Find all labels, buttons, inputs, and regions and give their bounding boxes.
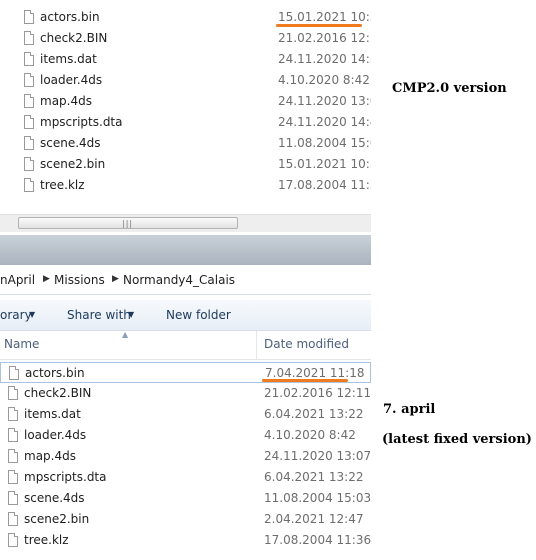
file-name: scene2.bin	[24, 512, 90, 526]
version-note: (latest fixed version)	[382, 432, 532, 447]
column-header-name[interactable]: Name	[4, 337, 39, 351]
file-row[interactable]: loader.4ds 4.10.2020 8:42	[0, 425, 371, 446]
file-icon	[24, 157, 34, 171]
file-date: 24.11.2020 14:38	[278, 52, 371, 66]
file-icon	[8, 470, 18, 484]
date-note: 7. april	[383, 402, 436, 417]
file-icon	[8, 449, 18, 463]
file-name: tree.klz	[40, 178, 85, 192]
file-date: 24.11.2020 13:07	[278, 94, 371, 108]
window-divider	[0, 235, 371, 265]
file-row[interactable]: tree.klz 17.08.2004 11:36	[0, 175, 371, 196]
column-header-date[interactable]: Date modified	[264, 337, 349, 351]
file-name: scene.4ds	[24, 491, 85, 505]
file-row[interactable]: map.4ds 24.11.2020 13:07	[0, 91, 371, 112]
file-icon	[24, 94, 34, 108]
file-row[interactable]: scene.4ds 11.08.2004 15:03	[0, 488, 371, 509]
file-date: 15.01.2021 10:52	[278, 157, 371, 171]
grip-icon: |||	[122, 219, 134, 228]
file-row[interactable]: scene2.bin 2.04.2021 12:47	[0, 509, 371, 530]
chevron-down-icon[interactable]: ▼	[128, 310, 134, 319]
file-name: scene.4ds	[40, 136, 101, 150]
horizontal-scrollbar[interactable]: |||	[0, 214, 371, 232]
file-row[interactable]: items.dat 6.04.2021 13:22	[0, 404, 371, 425]
file-date: 17.08.2004 11:36	[278, 178, 371, 192]
file-date: 11.08.2004 15:03	[264, 491, 372, 505]
file-date: 11.08.2004 15:03	[278, 136, 371, 150]
file-icon	[24, 136, 34, 150]
file-row[interactable]: scene.4ds 11.08.2004 15:03	[0, 133, 371, 154]
command-bar: orary ▼ Share with ▼ New folder	[0, 300, 371, 331]
file-icon	[24, 178, 34, 192]
file-name: scene2.bin	[40, 157, 106, 171]
file-row[interactable]: tree.klz 17.08.2004 11:36	[0, 530, 371, 551]
file-icon	[8, 533, 18, 547]
file-date: 24.11.2020 14:43	[278, 115, 371, 129]
file-name: map.4ds	[40, 94, 92, 108]
file-date: 6.04.2021 13:22	[264, 470, 364, 484]
file-icon	[24, 73, 34, 87]
file-row[interactable]: map.4ds 24.11.2020 13:07	[0, 446, 371, 467]
file-icon	[8, 428, 18, 442]
file-icon	[8, 512, 18, 526]
highlight-underline	[276, 24, 362, 27]
file-date: 21.02.2016 12:11	[278, 31, 371, 45]
file-date: 4.10.2020 8:42	[264, 428, 356, 442]
breadcrumb-item[interactable]: nApril	[0, 273, 35, 287]
file-icon	[24, 10, 34, 24]
address-bar[interactable]: nApril ▶ Missions ▶ Normandy4_Calais	[0, 266, 371, 295]
file-date: 17.08.2004 11:36	[264, 533, 372, 547]
file-name: map.4ds	[24, 449, 76, 463]
file-icon	[8, 386, 18, 400]
file-date: 24.11.2020 13:07	[264, 449, 372, 463]
file-row[interactable]: items.dat 24.11.2020 14:38	[0, 49, 371, 70]
file-name: check2.BIN	[24, 386, 92, 400]
file-row[interactable]: scene2.bin 15.01.2021 10:52	[0, 154, 371, 175]
file-icon	[24, 115, 34, 129]
file-name: mpscripts.dta	[24, 470, 107, 484]
breadcrumb-item[interactable]: Normandy4_Calais	[123, 273, 235, 287]
library-button[interactable]: orary	[0, 308, 32, 322]
chevron-down-icon[interactable]: ▼	[29, 310, 35, 319]
column-divider[interactable]	[256, 331, 257, 359]
file-name: tree.klz	[24, 533, 69, 547]
file-name: loader.4ds	[40, 73, 103, 87]
file-icon	[9, 366, 19, 380]
highlight-underline	[262, 379, 348, 382]
file-name: items.dat	[40, 52, 97, 66]
version-note: CMP2.0 version	[392, 81, 507, 96]
breadcrumb-separator-icon[interactable]: ▶	[43, 274, 50, 284]
file-date: 2.04.2021 12:47	[264, 512, 364, 526]
file-name: items.dat	[24, 407, 81, 421]
file-date: 6.04.2021 13:22	[264, 407, 364, 421]
breadcrumb-item[interactable]: Missions	[54, 273, 105, 287]
file-name: loader.4ds	[24, 428, 87, 442]
file-row[interactable]: mpscripts.dta 6.04.2021 13:22	[0, 467, 371, 488]
share-with-button[interactable]: Share with	[67, 308, 131, 322]
breadcrumb-separator-icon[interactable]: ▶	[112, 274, 119, 284]
file-name: actors.bin	[25, 366, 85, 380]
file-date: 4.10.2020 8:42	[278, 73, 370, 87]
file-date: 21.02.2016 12:11	[264, 386, 372, 400]
file-icon	[8, 491, 18, 505]
column-header: ▲ Name Date modified	[0, 330, 371, 360]
file-name: mpscripts.dta	[40, 115, 123, 129]
file-name: actors.bin	[40, 10, 100, 24]
file-row[interactable]: check2.BIN 21.02.2016 12:11	[0, 383, 371, 404]
file-date: 15.01.2021 10:53	[278, 10, 371, 24]
file-icon	[24, 52, 34, 66]
file-name: check2.BIN	[40, 31, 108, 45]
file-row[interactable]: mpscripts.dta 24.11.2020 14:43	[0, 112, 371, 133]
file-icon	[8, 407, 18, 421]
scrollbar-thumb[interactable]: |||	[18, 217, 238, 229]
file-row[interactable]: loader.4ds 4.10.2020 8:42	[0, 70, 371, 91]
top-file-list: actors.bin 15.01.2021 10:53 check2.BIN 2…	[0, 0, 371, 235]
file-date: 7.04.2021 11:18	[265, 366, 365, 380]
sort-arrow-icon: ▲	[122, 330, 129, 339]
bottom-file-list: actors.bin 7.04.2021 11:18 check2.BIN 21…	[0, 361, 371, 560]
new-folder-button[interactable]: New folder	[166, 308, 231, 322]
file-row[interactable]: check2.BIN 21.02.2016 12:11	[0, 28, 371, 49]
file-icon	[24, 31, 34, 45]
